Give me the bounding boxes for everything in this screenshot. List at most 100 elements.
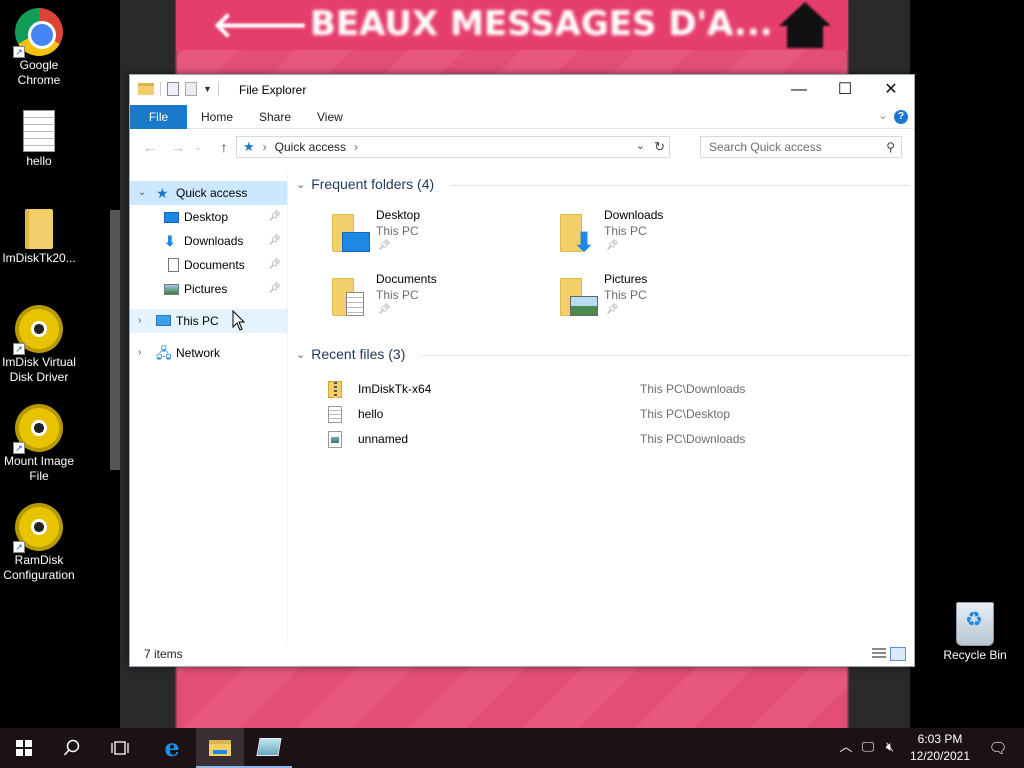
title-bar[interactable]: ▼ File Explorer — ☐ ✕	[130, 75, 914, 105]
frequent-folders-header[interactable]: ⌄ Frequent folders (4)	[296, 174, 434, 194]
windows-logo-icon	[16, 740, 32, 756]
text-file-icon	[328, 406, 342, 423]
nav-item-desktop[interactable]: Desktop 📌︎	[130, 205, 287, 229]
taskbar-imdisk[interactable]	[244, 728, 292, 768]
tab-file[interactable]: File	[130, 105, 187, 129]
disc-icon: ↗	[13, 305, 63, 355]
disc-icon: ↗	[13, 503, 63, 553]
maximize-button[interactable]: ☐	[822, 75, 868, 105]
back-arrow-icon[interactable]: ←	[140, 137, 160, 157]
properties-icon[interactable]	[167, 82, 179, 96]
zip-file-icon	[328, 381, 342, 398]
taskbar-file-explorer[interactable]	[196, 728, 244, 768]
nav-item-network[interactable]: › 🖧 Network	[130, 341, 287, 365]
search-input[interactable]: Search Quick access ⚲	[700, 136, 902, 158]
nav-item-documents[interactable]: Documents 📌︎	[130, 253, 287, 277]
text-document-icon	[23, 110, 55, 152]
address-bar[interactable]: ★ › Quick access › ⌄ ↻	[236, 136, 670, 158]
item-count: 7 items	[144, 647, 183, 661]
background-back-arrow-icon: 🡐	[212, 5, 309, 46]
folder-tile-documents[interactable]: Documents This PC 📌︎	[330, 272, 550, 328]
desktop-icon	[164, 212, 179, 223]
file-explorer-window: ▼ File Explorer — ☐ ✕ File Home Share Vi…	[129, 74, 915, 667]
desktop-icon-imdisk-driver[interactable]: ↗ ImDisk Virtual Disk Driver	[0, 305, 78, 385]
desktop-icon-label: Google Chrome	[17, 58, 61, 87]
notification-center-icon[interactable]: 🗨︎	[986, 728, 1010, 768]
desktop-icon-imdisktk-folder[interactable]: ImDiskTk20...	[0, 205, 78, 266]
desktop-icon-ramdisk[interactable]: ↗ RamDisk Configuration	[0, 503, 78, 583]
details-view-icon[interactable]	[872, 648, 886, 660]
list-item[interactable]: unnamed This PC\Downloads	[326, 427, 896, 451]
window-title: File Explorer	[239, 83, 307, 97]
search-icon	[63, 739, 80, 756]
breadcrumb-chevron-icon[interactable]: ›	[263, 140, 267, 154]
refresh-icon[interactable]: ↻	[654, 139, 665, 155]
collapsed-chevron-icon[interactable]: ›	[138, 341, 141, 365]
desktop-icon-label: ImDiskTk20...	[2, 251, 76, 265]
recent-locations-chevron-icon[interactable]: ⌄	[192, 137, 204, 157]
list-item[interactable]: ImDiskTk-x64 This PC\Downloads	[326, 377, 896, 401]
minimize-button[interactable]: —	[776, 75, 822, 105]
collapse-chevron-icon: ⌄	[296, 348, 306, 361]
folder-tile-downloads[interactable]: ⬇ Downloads This PC 📌︎	[558, 208, 778, 264]
desktop-icon-label: hello	[26, 154, 52, 168]
clock[interactable]: 6:03 PM 12/20/2021	[904, 731, 976, 765]
internet-explorer-icon: e	[164, 733, 180, 762]
desktop-icon-hello[interactable]: hello	[0, 106, 78, 169]
breadcrumb-quick-access[interactable]: Quick access	[275, 140, 346, 154]
tab-home[interactable]: Home	[187, 105, 247, 129]
pin-icon: 📌︎	[268, 235, 281, 246]
folder-tile-desktop[interactable]: Desktop This PC 📌︎	[330, 208, 550, 264]
start-button[interactable]	[0, 728, 48, 768]
folder-tile-pictures[interactable]: Pictures This PC 📌︎	[558, 272, 778, 328]
image-file-icon	[328, 431, 342, 448]
folder-icon	[25, 209, 53, 249]
up-arrow-icon[interactable]: ↑	[214, 137, 234, 157]
pane-divider[interactable]	[287, 173, 288, 643]
task-view-button[interactable]	[96, 728, 144, 768]
pin-icon: 📌︎	[378, 304, 391, 315]
search-button[interactable]	[48, 728, 96, 768]
imdisk-icon	[256, 738, 282, 756]
desktop-icon-mount-image[interactable]: ↗ Mount Image File	[0, 404, 78, 484]
tab-share[interactable]: Share	[245, 105, 305, 129]
desktop-icon-recycle-bin[interactable]: Recycle Bin	[936, 602, 1014, 663]
nav-item-downloads[interactable]: ⬇ Downloads 📌︎	[130, 229, 287, 253]
task-view-icon	[111, 741, 129, 755]
expand-ribbon-chevron-icon[interactable]: ⌄	[878, 108, 888, 122]
show-hidden-icons-chevron-icon[interactable]: ︿	[836, 728, 856, 768]
chrome-icon: ↗	[13, 8, 63, 58]
background-phone-edge	[110, 210, 120, 470]
help-icon[interactable]: ?	[894, 110, 908, 124]
address-dropdown-chevron-icon[interactable]: ⌄	[636, 139, 645, 152]
nav-item-quick-access[interactable]: ⌄ ★ Quick access	[130, 181, 287, 205]
desktop-icon-label: ImDisk Virtual Disk Driver	[2, 355, 76, 384]
tab-view[interactable]: View	[303, 105, 357, 129]
nav-item-this-pc[interactable]: › This PC	[130, 309, 287, 333]
search-icon: ⚲	[886, 140, 895, 154]
mouse-cursor-icon	[232, 309, 246, 336]
desktop-icon-chrome[interactable]: ↗ Google Chrome	[0, 8, 78, 88]
taskbar-internet-explorer[interactable]: e	[148, 728, 196, 768]
network-status-icon[interactable]: 🖵︎	[858, 728, 878, 768]
volume-muted-icon[interactable]: 🔇︎	[880, 728, 900, 768]
collapsed-chevron-icon[interactable]: ›	[138, 309, 141, 333]
pin-icon: 📌︎	[268, 283, 281, 294]
breadcrumb-chevron-icon[interactable]: ›	[354, 140, 358, 154]
nav-item-pictures[interactable]: Pictures 📌︎	[130, 277, 287, 301]
close-button[interactable]: ✕	[868, 75, 914, 105]
customize-toolbar-chevron-icon[interactable]: ▼	[203, 84, 212, 94]
disc-icon: ↗	[13, 404, 63, 454]
system-tray: ︿ 🖵︎ 🔇︎ 6:03 PM 12/20/2021 🗨︎	[824, 728, 1024, 768]
desktop-icon-label: RamDisk Configuration	[3, 553, 75, 582]
desktop-icon-label: Mount Image File	[3, 454, 75, 483]
expanded-chevron-icon[interactable]: ⌄	[138, 181, 146, 205]
new-folder-icon[interactable]	[185, 82, 197, 96]
network-icon: 🖧	[156, 345, 172, 361]
forward-arrow-icon[interactable]: →	[168, 137, 188, 157]
file-explorer-icon	[209, 740, 231, 756]
clock-time: 6:03 PM	[917, 732, 963, 746]
list-item[interactable]: hello This PC\Desktop	[326, 402, 896, 426]
recent-files-header[interactable]: ⌄ Recent files (3)	[296, 344, 405, 364]
large-icons-view-icon[interactable]	[890, 647, 906, 661]
